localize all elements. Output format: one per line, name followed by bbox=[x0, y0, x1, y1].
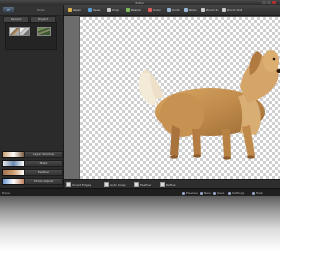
feather-button[interactable]: Feather bbox=[24, 169, 63, 176]
left-panel-title: Tools bbox=[37, 8, 45, 12]
save-icon bbox=[213, 191, 216, 195]
minimize-icon[interactable] bbox=[262, 0, 266, 4]
smart-edges-option[interactable]: Smart Edges bbox=[66, 182, 91, 187]
status-bar: Done Preview New Save Settings Help bbox=[0, 188, 280, 196]
preview-button[interactable]: Preview bbox=[182, 191, 198, 195]
window-reflection bbox=[0, 196, 280, 270]
undo-icon bbox=[167, 7, 171, 12]
checkbox-icon[interactable] bbox=[134, 182, 139, 187]
left-panel: PF Tools Recent Project Layer Shadow Mas… bbox=[0, 5, 64, 194]
redo-icon bbox=[184, 7, 188, 12]
zoom-in-button[interactable]: Zoom In bbox=[201, 7, 218, 13]
status-label: Settings bbox=[232, 191, 245, 195]
status-text: Done bbox=[2, 191, 10, 195]
crop-icon bbox=[107, 7, 111, 12]
new-button[interactable]: New bbox=[200, 191, 211, 195]
tool-label: Zoom Out bbox=[227, 7, 243, 12]
zoom-out-icon bbox=[222, 7, 226, 12]
redo-button[interactable]: Redo bbox=[184, 7, 197, 13]
palette-icon bbox=[148, 7, 152, 12]
toolbar: Open Save Crop Resize Color Undo Redo Zo… bbox=[64, 5, 280, 16]
status-label: Save bbox=[217, 191, 225, 195]
preset-swatch[interactable] bbox=[2, 151, 25, 158]
status-label: Preview bbox=[186, 191, 198, 195]
open-button[interactable]: Open bbox=[68, 7, 81, 13]
gear-icon bbox=[228, 191, 231, 195]
option-label: Feather bbox=[140, 182, 152, 187]
window-title: Editor bbox=[135, 0, 145, 5]
tool-label: Zoom In bbox=[206, 7, 219, 12]
editor-window: Editor PF Tools Recent Project Layer Sha… bbox=[0, 0, 280, 196]
canvas-area bbox=[64, 16, 280, 179]
left-panel-header: PF Tools bbox=[0, 5, 63, 16]
feather-option[interactable]: Feather bbox=[134, 182, 151, 187]
tool-label: Redo bbox=[189, 7, 197, 12]
checkbox-icon[interactable] bbox=[66, 182, 71, 187]
save-icon bbox=[88, 7, 92, 12]
color-button[interactable]: Color bbox=[148, 7, 161, 13]
tool-label: Resize bbox=[131, 7, 141, 12]
mask-button[interactable]: Mask bbox=[24, 160, 63, 167]
thumbnail-item[interactable] bbox=[37, 27, 51, 36]
tool-label: Undo bbox=[172, 7, 180, 12]
tool-label: Crop bbox=[112, 7, 120, 12]
option-label: Smart Edges bbox=[72, 182, 92, 187]
side-ruler bbox=[64, 16, 79, 179]
zoom-in-icon bbox=[201, 7, 205, 12]
help-button[interactable]: Help bbox=[252, 191, 263, 195]
tool-label: Open bbox=[73, 7, 82, 12]
close-icon[interactable] bbox=[272, 0, 276, 4]
undo-button[interactable]: Undo bbox=[167, 7, 180, 13]
resize-button[interactable]: Resize bbox=[126, 7, 141, 13]
option-label: Refine bbox=[166, 182, 176, 187]
checkbox-icon[interactable] bbox=[104, 182, 109, 187]
dog-image bbox=[138, 50, 280, 160]
resize-icon bbox=[126, 7, 130, 12]
help-icon bbox=[252, 191, 255, 195]
preset-swatch[interactable] bbox=[2, 178, 25, 185]
layer-shadow-button[interactable]: Layer Shadow bbox=[24, 151, 63, 158]
zoom-out-button[interactable]: Zoom Out bbox=[222, 7, 242, 13]
settings-button[interactable]: Settings bbox=[228, 191, 244, 195]
tool-label: Color bbox=[153, 7, 161, 12]
save-button[interactable]: Save bbox=[88, 7, 100, 13]
folder-icon bbox=[68, 7, 72, 12]
thumbnail-item[interactable] bbox=[19, 27, 30, 36]
options-bar: Smart Edges Auto Snap Feather Refine bbox=[64, 179, 280, 188]
status-label: New bbox=[204, 191, 211, 195]
photo-adjust-button[interactable]: Photo Adjust bbox=[24, 178, 63, 185]
thumbnail-strip bbox=[5, 22, 57, 50]
auto-snap-option[interactable]: Auto Snap bbox=[104, 182, 125, 187]
preset-swatch[interactable] bbox=[2, 160, 25, 167]
status-label: Help bbox=[256, 191, 263, 195]
maximize-icon[interactable] bbox=[267, 0, 271, 4]
refine-option[interactable]: Refine bbox=[160, 182, 175, 187]
image-canvas[interactable] bbox=[80, 17, 280, 179]
preset-swatch[interactable] bbox=[2, 169, 25, 176]
tool-label: Save bbox=[93, 7, 101, 12]
option-label: Auto Snap bbox=[110, 182, 126, 187]
checkbox-icon[interactable] bbox=[160, 182, 165, 187]
crop-button[interactable]: Crop bbox=[107, 7, 119, 13]
status-save-button[interactable]: Save bbox=[213, 191, 224, 195]
new-icon bbox=[200, 191, 203, 195]
preview-icon bbox=[182, 191, 185, 195]
app-logo: PF bbox=[3, 7, 14, 13]
